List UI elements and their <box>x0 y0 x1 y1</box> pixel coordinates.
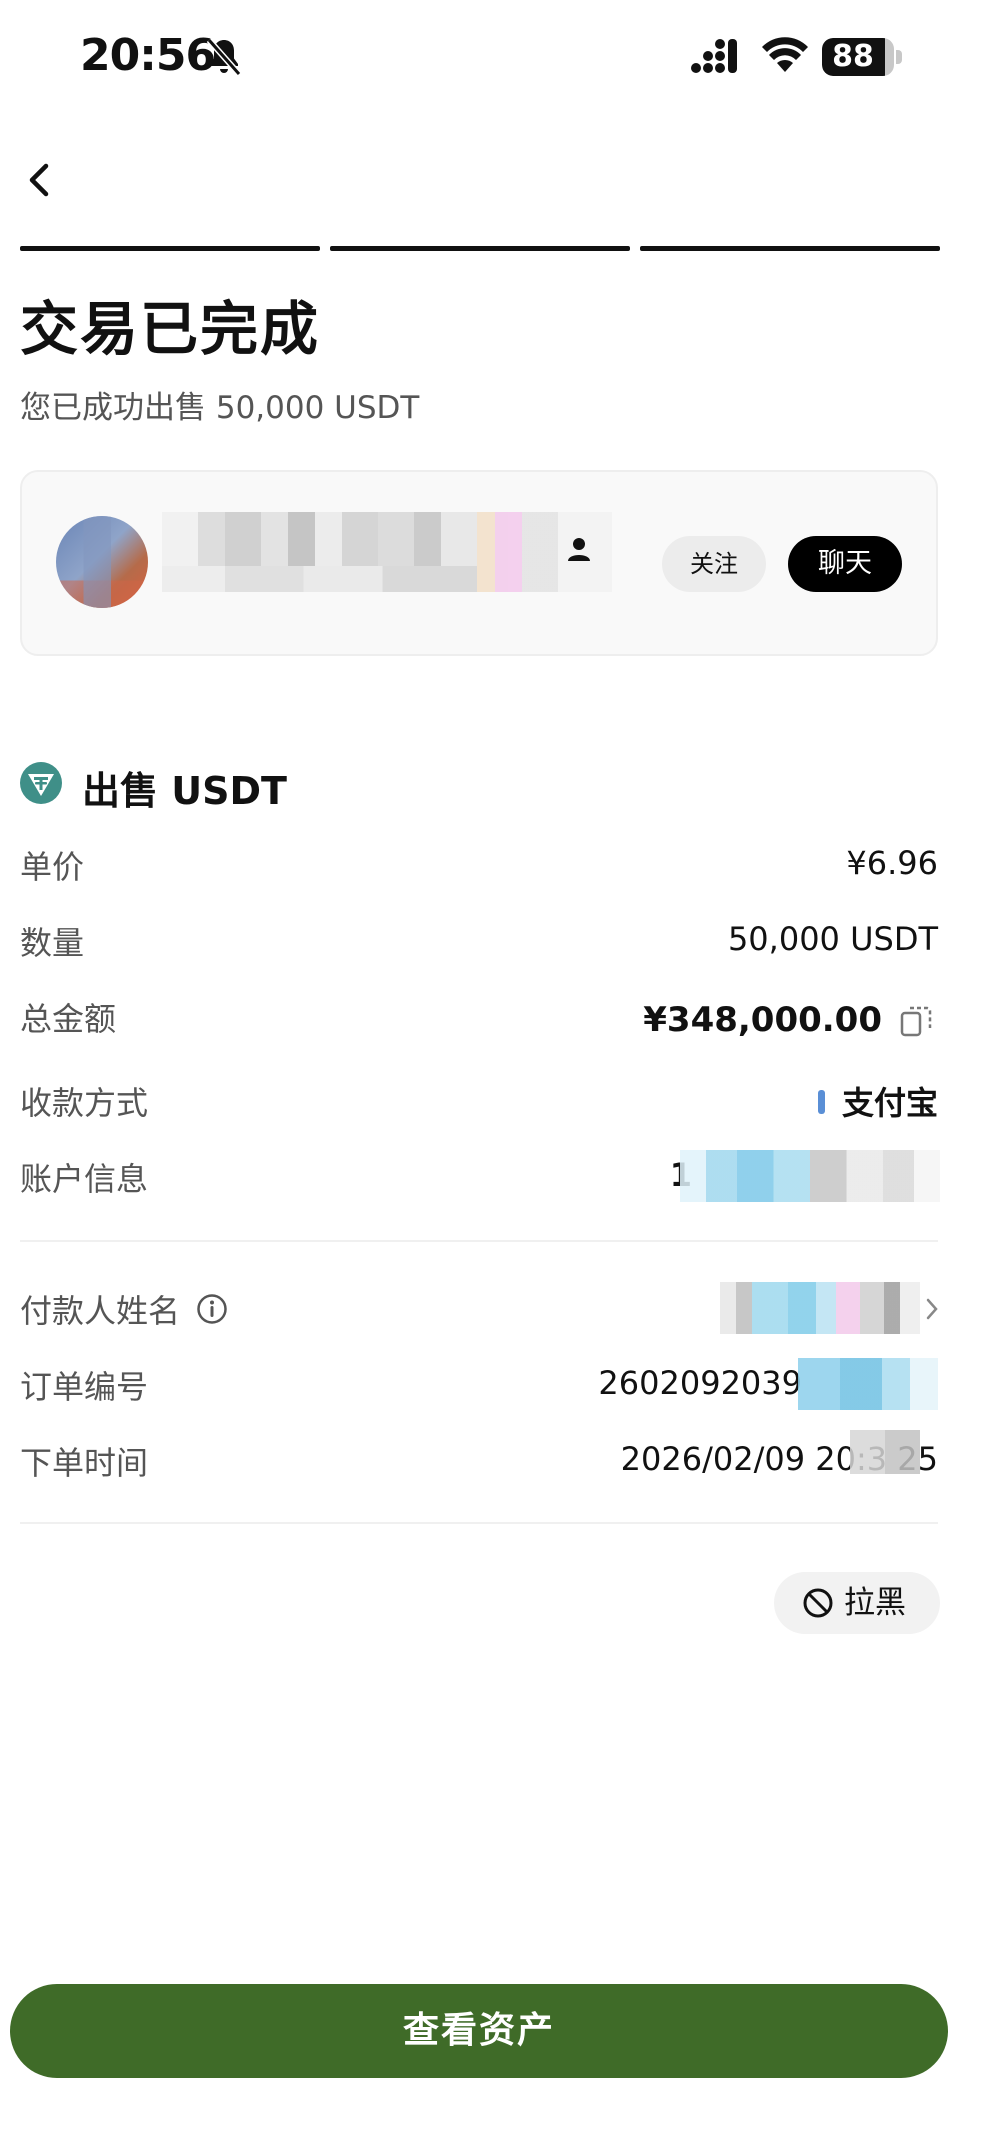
copy-icon[interactable] <box>900 1004 932 1038</box>
avatar[interactable] <box>56 516 148 608</box>
order-number-value: 2602092039 <box>598 1364 802 1402</box>
account-label: 账户信息 <box>20 1160 149 1198</box>
chat-button[interactable]: 聊天 <box>788 536 902 592</box>
payment-method-value: 支付宝 <box>841 1084 938 1122</box>
battery-icon: 88 <box>822 38 894 76</box>
order-time-redacted <box>850 1430 920 1474</box>
status-bar: 20:56 88 <box>0 0 982 120</box>
account-redacted <box>680 1150 940 1202</box>
unit-price-value: ¥6.96 <box>846 844 938 882</box>
battery-percent: 88 <box>832 39 874 74</box>
merchant-card: 关注 聊天 <box>20 470 938 656</box>
block-icon <box>803 1588 833 1618</box>
page-subtitle: 您已成功出售 50,000 USDT <box>20 390 420 426</box>
progress-step-1 <box>20 246 320 251</box>
unit-price-label: 单价 <box>20 848 85 886</box>
total-label: 总金额 <box>20 1000 117 1038</box>
merchant-name-redacted <box>162 512 612 592</box>
page-title: 交易已完成 <box>20 295 321 363</box>
back-button[interactable] <box>18 158 62 202</box>
order-time-label: 下单时间 <box>20 1444 149 1482</box>
step-progress <box>20 246 940 251</box>
chevron-right-icon[interactable] <box>924 1296 940 1322</box>
battery-cap <box>896 50 902 64</box>
user-badge-icon <box>568 538 590 561</box>
payer-name-label: 付款人姓名 <box>20 1292 181 1330</box>
info-icon[interactable] <box>196 1293 228 1325</box>
bell-slash-icon <box>206 38 242 76</box>
signal-icon <box>691 39 737 73</box>
section-title: 出售 USDT <box>82 769 287 813</box>
order-number-label: 订单编号 <box>20 1368 149 1406</box>
tether-icon <box>20 762 62 804</box>
payment-method-label: 收款方式 <box>20 1084 149 1122</box>
divider <box>20 1522 938 1524</box>
payer-name-redacted <box>720 1282 920 1334</box>
wifi-icon <box>762 37 808 72</box>
order-number-redacted <box>798 1358 938 1410</box>
status-time: 20:56 <box>80 30 216 81</box>
block-label: 拉黑 <box>844 1585 906 1621</box>
follow-button[interactable]: 关注 <box>662 536 766 592</box>
progress-step-2 <box>330 246 630 251</box>
quantity-label: 数量 <box>20 924 85 962</box>
alipay-indicator <box>818 1090 825 1114</box>
view-assets-button[interactable]: 查看资产 <box>10 1984 948 2078</box>
total-value: ¥348,000.00 <box>643 1000 882 1040</box>
quantity-value: 50,000 USDT <box>727 920 938 958</box>
divider <box>20 1240 938 1242</box>
block-button[interactable]: 拉黑 <box>774 1572 940 1634</box>
progress-step-3 <box>640 246 940 251</box>
